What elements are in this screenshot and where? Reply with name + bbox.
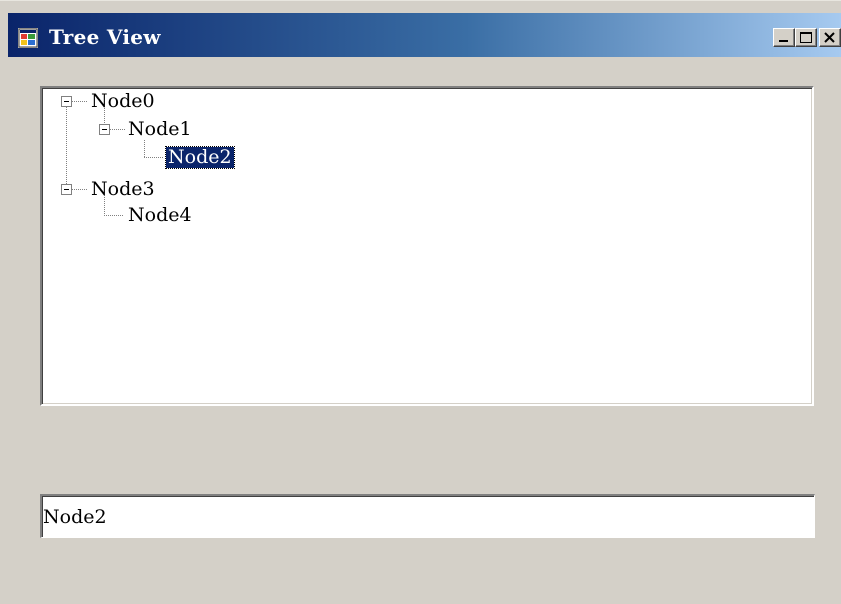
tree-node-node4[interactable]: Node4 xyxy=(128,205,192,226)
tree-node-node3[interactable]: Node3 xyxy=(91,179,155,200)
node1-collapse-icon[interactable] xyxy=(99,124,110,135)
close-button[interactable] xyxy=(819,28,841,47)
selected-node-textbox[interactable] xyxy=(40,494,815,538)
node3-collapse-icon[interactable] xyxy=(61,184,72,195)
tree-node-node1[interactable]: Node1 xyxy=(128,119,192,140)
title-bar[interactable]: Tree View xyxy=(8,13,841,57)
tree-view[interactable]: Node0 Node1 Node2 Node3 Node4 xyxy=(40,86,814,406)
window-title: Tree View xyxy=(49,25,161,49)
tree-node-node2[interactable]: Node2 xyxy=(165,146,235,169)
main-window: Tree View Node0 Node1 Node2 Node3 Node4 … xyxy=(0,0,841,604)
tree-node-node0[interactable]: Node0 xyxy=(91,91,155,112)
close-icon xyxy=(824,32,835,43)
maximize-button[interactable] xyxy=(795,28,817,47)
minimize-button[interactable] xyxy=(773,28,795,47)
node0-collapse-icon[interactable] xyxy=(61,96,72,107)
maximize-icon xyxy=(800,32,812,43)
minimize-icon xyxy=(779,40,788,42)
app-icon[interactable] xyxy=(18,28,38,48)
